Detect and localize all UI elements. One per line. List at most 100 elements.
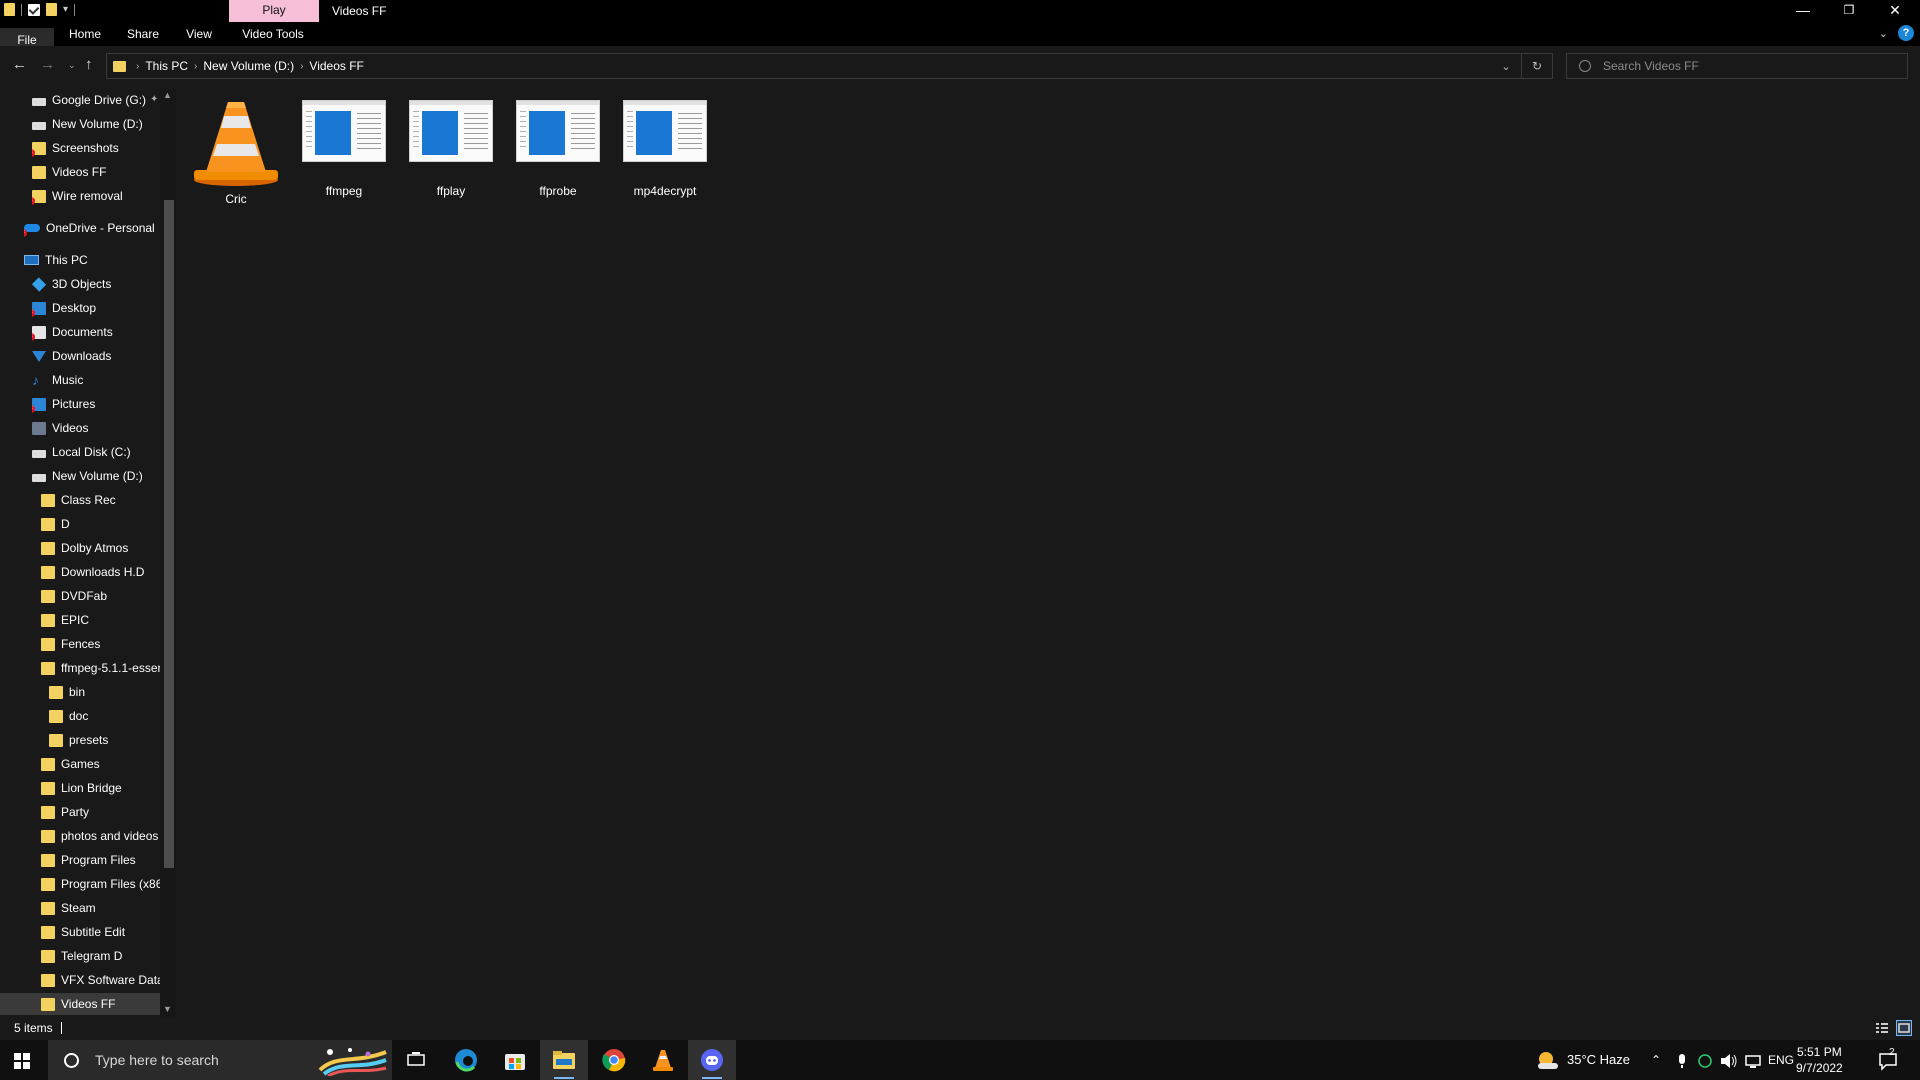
- nav-item[interactable]: Fences: [41, 633, 100, 655]
- nav-item[interactable]: photos and videos: [41, 825, 160, 847]
- large-icons-view-icon[interactable]: [1896, 1020, 1912, 1036]
- microphone-icon[interactable]: [1676, 1040, 1688, 1080]
- windows-start-icon[interactable]: [14, 1053, 30, 1069]
- nav-item[interactable]: Downloads H.D: [41, 561, 144, 583]
- breadcrumb-this-pc[interactable]: This PC: [145, 59, 188, 73]
- nav-item[interactable]: ×Pictures: [32, 393, 95, 415]
- nav-item[interactable]: Google Drive (G:) ✦: [32, 89, 158, 111]
- properties-icon[interactable]: [28, 3, 40, 16]
- scroll-up-icon[interactable]: ▲: [163, 90, 172, 100]
- customize-toolbar-icon[interactable]: ▾: [63, 4, 68, 15]
- volume-icon[interactable]: [1720, 1040, 1738, 1080]
- nav-item[interactable]: Videos: [32, 417, 88, 439]
- tab-share[interactable]: Share: [120, 22, 166, 46]
- nav-item[interactable]: ♪ Music: [32, 369, 83, 391]
- chevron-right-icon[interactable]: ›: [136, 61, 139, 72]
- task-view-icon[interactable]: [392, 1040, 440, 1080]
- expand-ribbon-icon[interactable]: ⌄: [1879, 27, 1888, 40]
- file-explorer-icon[interactable]: [540, 1040, 588, 1080]
- network-icon[interactable]: [1745, 1040, 1761, 1080]
- help-icon[interactable]: ?: [1898, 25, 1914, 41]
- search-box[interactable]: [1566, 53, 1908, 79]
- file-item[interactable]: Cric: [188, 94, 284, 206]
- file-item[interactable]: mp4decrypt: [617, 94, 713, 198]
- taskbar-search-input[interactable]: [93, 1051, 317, 1069]
- clock[interactable]: 5:51 PM 9/7/2022: [1796, 1044, 1843, 1076]
- nav-item[interactable]: Subtitle Edit: [41, 921, 125, 943]
- address-bar[interactable]: › This PC › New Volume (D:) › Videos FF …: [106, 53, 1553, 79]
- chrome-icon[interactable]: [590, 1040, 638, 1080]
- details-view-icon[interactable]: [1874, 1020, 1890, 1036]
- nav-item[interactable]: Lion Bridge: [41, 777, 122, 799]
- nav-item[interactable]: bin: [49, 681, 85, 703]
- nav-item[interactable]: Videos FF: [32, 161, 106, 183]
- tab-home[interactable]: Home: [62, 22, 108, 46]
- close-button[interactable]: ✕: [1872, 0, 1918, 22]
- nav-item[interactable]: Downloads: [32, 345, 111, 367]
- vlc-taskbar-icon[interactable]: [639, 1040, 687, 1080]
- nav-item[interactable]: 3D Objects: [32, 273, 111, 295]
- discord-icon[interactable]: [688, 1040, 736, 1080]
- tab-video-tools[interactable]: Video Tools: [234, 22, 312, 46]
- nav-item[interactable]: Games: [41, 753, 100, 775]
- nav-item[interactable]: doc: [49, 705, 88, 727]
- restore-button[interactable]: ❐: [1826, 0, 1872, 22]
- scrollbar-thumb[interactable]: [164, 200, 174, 868]
- file-item[interactable]: ffmpeg: [296, 94, 392, 198]
- nav-item[interactable]: ×Screenshots: [32, 137, 119, 159]
- tab-view[interactable]: View: [178, 22, 220, 46]
- nav-item-selected[interactable]: Videos FF: [0, 993, 160, 1015]
- nav-item[interactable]: Telegram D: [41, 945, 122, 967]
- search-icon: [1579, 60, 1591, 72]
- search-highlight-image[interactable]: [316, 1044, 388, 1078]
- up-arrow-icon[interactable]: ↑: [85, 56, 93, 73]
- taskbar-search[interactable]: [48, 1040, 392, 1080]
- forward-arrow-icon[interactable]: →: [40, 56, 55, 73]
- nav-item[interactable]: D: [41, 513, 70, 535]
- weather-text[interactable]: 35°C Haze: [1567, 1040, 1630, 1080]
- nav-item[interactable]: VFX Software Data: [41, 969, 160, 991]
- nav-item[interactable]: Program Files: [41, 849, 136, 871]
- recent-locations-icon[interactable]: ⌄: [68, 60, 76, 71]
- nav-item[interactable]: Dolby Atmos: [41, 537, 128, 559]
- breadcrumb-videos-ff[interactable]: Videos FF: [309, 59, 363, 73]
- nav-item[interactable]: Steam: [41, 897, 96, 919]
- edge-icon[interactable]: [442, 1040, 490, 1080]
- nav-item-this-pc[interactable]: This PC: [24, 249, 88, 271]
- nav-item[interactable]: ffmpeg-5.1.1-essentials_build: [41, 657, 160, 679]
- chevron-right-icon[interactable]: ›: [194, 61, 197, 72]
- nav-item[interactable]: presets: [49, 729, 108, 751]
- nav-item[interactable]: ×Wire removal: [32, 185, 123, 207]
- breadcrumb-new-volume[interactable]: New Volume (D:): [203, 59, 294, 73]
- folder-icon: [113, 60, 126, 72]
- refresh-icon[interactable]: ↻: [1521, 54, 1552, 78]
- address-history-icon[interactable]: ⌄: [1491, 60, 1521, 73]
- nav-item[interactable]: Local Disk (C:): [32, 441, 131, 463]
- nav-item[interactable]: New Volume (D:): [32, 113, 143, 135]
- nav-item[interactable]: DVDFab: [41, 585, 107, 607]
- file-item[interactable]: ffprobe: [510, 94, 606, 198]
- language-indicator[interactable]: ENG: [1768, 1040, 1794, 1080]
- chevron-right-icon[interactable]: ›: [300, 61, 303, 72]
- nav-item[interactable]: EPIC: [41, 609, 89, 631]
- show-hidden-icons-icon[interactable]: ⌃: [1651, 1040, 1661, 1080]
- back-arrow-icon[interactable]: ←: [12, 56, 27, 73]
- minimize-button[interactable]: —: [1780, 0, 1826, 22]
- nav-item[interactable]: Party: [41, 801, 89, 823]
- notification-icon[interactable]: 2: [1878, 1040, 1898, 1080]
- tab-play[interactable]: Play: [229, 0, 319, 22]
- file-item[interactable]: ffplay: [403, 94, 499, 198]
- nav-item[interactable]: Program Files (x86): [41, 873, 160, 895]
- nav-item[interactable]: ×Documents: [32, 321, 113, 343]
- new-folder-icon[interactable]: [46, 3, 57, 16]
- nav-item[interactable]: Class Rec: [41, 489, 116, 511]
- security-icon[interactable]: [1698, 1040, 1712, 1080]
- microsoft-store-icon[interactable]: [491, 1040, 539, 1080]
- nav-scrollbar[interactable]: ▲ ▼: [160, 88, 176, 1018]
- weather-icon[interactable]: [1536, 1040, 1560, 1080]
- search-input[interactable]: [1601, 58, 1905, 74]
- nav-item-onedrive[interactable]: ×OneDrive - Personal: [24, 217, 155, 239]
- scroll-down-icon[interactable]: ▼: [163, 1004, 172, 1014]
- nav-item[interactable]: New Volume (D:): [32, 465, 143, 487]
- nav-item[interactable]: ×Desktop: [32, 297, 96, 319]
